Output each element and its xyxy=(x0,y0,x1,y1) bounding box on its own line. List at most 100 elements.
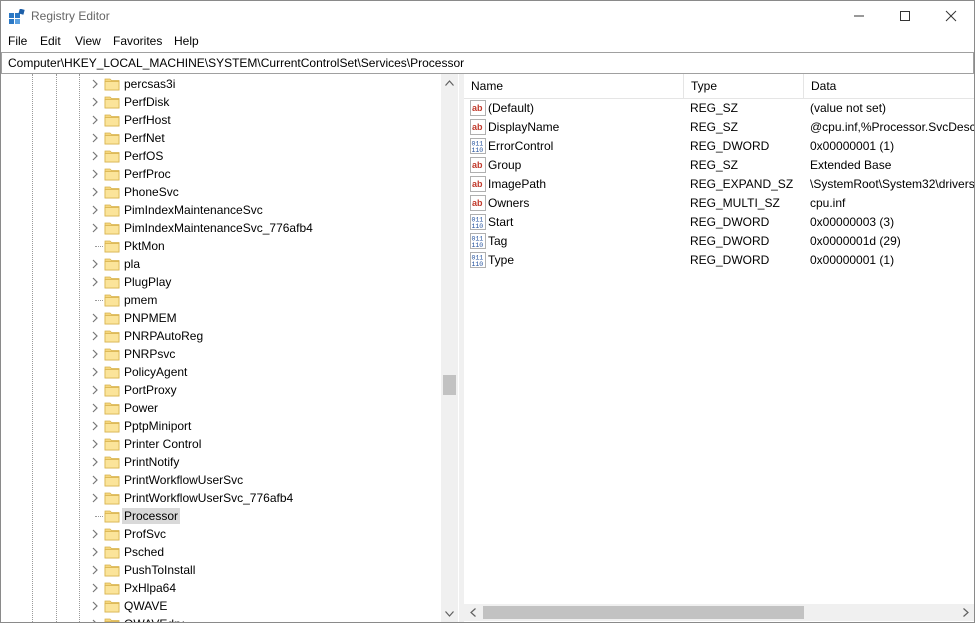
chevron-right-icon[interactable] xyxy=(89,330,101,342)
chevron-right-icon[interactable] xyxy=(89,204,101,216)
tree-vertical-scrollbar[interactable] xyxy=(441,74,458,622)
chevron-right-icon[interactable] xyxy=(89,492,101,504)
value-row[interactable]: 011 110 ErrorControl REG_DWORD 0x00000001 (1… xyxy=(464,137,974,156)
chevron-right-icon[interactable] xyxy=(89,420,101,432)
tree-item[interactable]: PerfProc xyxy=(1,165,441,183)
tree-item-label: PhoneSvc xyxy=(124,185,179,199)
value-row[interactable]: 011 110 Start REG_DWORD 0x00000003 (3) xyxy=(464,213,974,232)
maximize-button[interactable] xyxy=(882,1,928,31)
tree-item-label: pla xyxy=(124,257,141,271)
chevron-right-icon[interactable] xyxy=(89,222,101,234)
address-path[interactable]: Computer\HKEY_LOCAL_MACHINE\SYSTEM\Curre… xyxy=(8,56,464,70)
chevron-right-icon[interactable] xyxy=(89,618,101,622)
tree-item[interactable]: percsas3i xyxy=(1,75,441,93)
tree-item[interactable]: PrintWorkflowUserSvc xyxy=(1,471,441,489)
tree-item[interactable]: Power xyxy=(1,399,441,417)
scroll-thumb[interactable] xyxy=(443,375,456,395)
chevron-right-icon[interactable] xyxy=(89,96,101,108)
chevron-right-icon[interactable] xyxy=(89,564,101,576)
tree-item[interactable]: PortProxy xyxy=(1,381,441,399)
chevron-right-icon[interactable] xyxy=(89,456,101,468)
tree-item[interactable]: PerfOS xyxy=(1,147,441,165)
address-bar[interactable]: Computer\HKEY_LOCAL_MACHINE\SYSTEM\Curre… xyxy=(1,52,974,74)
tree-item[interactable]: PptpMiniport xyxy=(1,417,441,435)
column-name-header[interactable]: Name xyxy=(464,74,684,98)
chevron-right-icon[interactable] xyxy=(89,276,101,288)
column-type-header[interactable]: Type xyxy=(684,74,804,98)
chevron-right-icon[interactable] xyxy=(89,150,101,162)
tree-item[interactable]: PNRPsvc xyxy=(1,345,441,363)
tree-item[interactable]: PNRPAutoReg xyxy=(1,327,441,345)
chevron-right-icon[interactable] xyxy=(89,528,101,540)
chevron-right-icon[interactable] xyxy=(89,312,101,324)
menu-edit[interactable]: Edit xyxy=(40,34,61,48)
tree-item[interactable]: pla xyxy=(1,255,441,273)
minimize-button[interactable] xyxy=(836,1,882,31)
tree-item[interactable]: Processor xyxy=(1,507,441,525)
chevron-right-icon[interactable] xyxy=(89,186,101,198)
scroll-down-button[interactable] xyxy=(441,605,458,622)
tree-item[interactable]: Printer Control xyxy=(1,435,441,453)
tree-item[interactable]: PerfDisk xyxy=(1,93,441,111)
value-name: Owners xyxy=(488,196,530,210)
chevron-right-icon[interactable] xyxy=(89,114,101,126)
tree-item[interactable]: PrintWorkflowUserSvc_776afb4 xyxy=(1,489,441,507)
value-row[interactable]: ab ImagePath REG_EXPAND_SZ \SystemRoot\Syst… xyxy=(464,175,974,194)
value-type: REG_MULTI_SZ xyxy=(690,196,780,210)
tree-item[interactable]: ProfSvc xyxy=(1,525,441,543)
value-row[interactable]: ab Owners REG_MULTI_SZ cpu.inf xyxy=(464,194,974,213)
close-icon xyxy=(945,10,957,22)
value-row[interactable]: ab DisplayName REG_SZ @cpu.inf,%Processor.S… xyxy=(464,118,974,137)
menu-view[interactable]: View xyxy=(75,34,101,48)
tree-item-label: PerfProc xyxy=(124,167,171,181)
tree-item[interactable]: PlugPlay xyxy=(1,273,441,291)
value-row[interactable]: 011 110 Type REG_DWORD 0x00000001 (1) xyxy=(464,251,974,270)
chevron-right-icon[interactable] xyxy=(89,546,101,558)
chevron-right-icon[interactable] xyxy=(89,168,101,180)
scroll-right-button[interactable] xyxy=(957,604,974,621)
scroll-up-button[interactable] xyxy=(441,74,458,91)
chevron-right-icon[interactable] xyxy=(89,582,101,594)
tree-item[interactable]: PNPMEM xyxy=(1,309,441,327)
menu-favorites[interactable]: Favorites xyxy=(113,34,162,48)
column-data-header[interactable]: Data xyxy=(804,74,974,98)
tree-item[interactable]: PrintNotify xyxy=(1,453,441,471)
chevron-right-icon[interactable] xyxy=(89,78,101,90)
menu-help[interactable]: Help xyxy=(174,34,199,48)
scroll-thumb[interactable] xyxy=(483,606,804,619)
title-bar[interactable]: Registry Editor xyxy=(1,1,974,31)
tree-item[interactable]: PerfNet xyxy=(1,129,441,147)
close-button[interactable] xyxy=(928,1,974,31)
tree-item[interactable]: QWAVEdrv xyxy=(1,615,441,622)
value-row[interactable]: ab (Default) REG_SZ (value not set) xyxy=(464,99,974,118)
value-row[interactable]: 011 110 Tag REG_DWORD 0x0000001d (29) xyxy=(464,232,974,251)
values-horizontal-scrollbar[interactable] xyxy=(464,604,974,621)
scroll-left-button[interactable] xyxy=(464,604,481,621)
value-row[interactable]: ab Group REG_SZ Extended Base xyxy=(464,156,974,175)
chevron-right-icon[interactable] xyxy=(89,366,101,378)
chevron-right-icon[interactable] xyxy=(89,258,101,270)
menu-file[interactable]: File xyxy=(8,34,27,48)
tree-item[interactable]: PimIndexMaintenanceSvc xyxy=(1,201,441,219)
tree-item-label: pmem xyxy=(124,293,158,307)
chevron-right-icon[interactable] xyxy=(89,438,101,450)
tree-item[interactable]: PimIndexMaintenanceSvc_776afb4 xyxy=(1,219,441,237)
tree-item[interactable]: PushToInstall xyxy=(1,561,441,579)
tree-item[interactable]: QWAVE xyxy=(1,597,441,615)
tree-item[interactable]: PxHlpa64 xyxy=(1,579,441,597)
key-tree: percsas3i PerfDisk PerfHost PerfNet PerfOS Pe… xyxy=(1,74,441,622)
tree-item[interactable]: Psched xyxy=(1,543,441,561)
tree-item[interactable]: PktMon xyxy=(1,237,441,255)
tree-item[interactable]: PerfHost xyxy=(1,111,441,129)
chevron-right-icon[interactable] xyxy=(89,474,101,486)
tree-item[interactable]: PolicyAgent xyxy=(1,363,441,381)
chevron-right-icon[interactable] xyxy=(89,384,101,396)
chevron-right-icon[interactable] xyxy=(89,402,101,414)
chevron-right-icon[interactable] xyxy=(89,132,101,144)
string-value-icon: ab xyxy=(470,100,486,116)
tree-item[interactable]: pmem xyxy=(1,291,441,309)
tree-item[interactable]: PhoneSvc xyxy=(1,183,441,201)
chevron-right-icon[interactable] xyxy=(89,348,101,360)
folder-icon xyxy=(104,364,120,380)
chevron-right-icon[interactable] xyxy=(89,600,101,612)
